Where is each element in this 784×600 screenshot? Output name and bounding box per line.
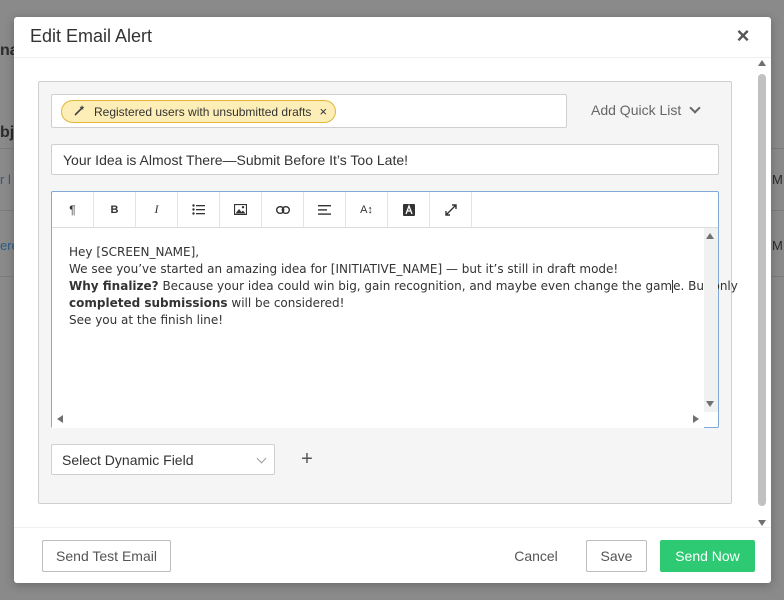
save-button[interactable]: Save [586, 540, 647, 572]
fullscreen-icon[interactable] [430, 192, 472, 227]
send-now-button[interactable]: Send Now [660, 540, 755, 572]
bold-icon[interactable]: B [94, 192, 136, 227]
scroll-left-icon[interactable] [57, 415, 63, 423]
tag-remove-icon[interactable]: × [319, 104, 327, 119]
paragraph-icon[interactable]: ¶ [52, 192, 94, 227]
editor-toolbar: ¶ B I A↕ [52, 192, 718, 228]
background-page-text: M [772, 172, 783, 187]
add-quick-list-label: Add Quick List [591, 102, 682, 118]
cancel-button[interactable]: Cancel [506, 540, 566, 572]
editor-vertical-scrollbar[interactable] [704, 228, 718, 412]
modal-header: Edit Email Alert × [14, 17, 771, 57]
align-icon[interactable] [304, 192, 346, 227]
body-bold-text: Why finalize? [69, 279, 159, 293]
italic-icon[interactable]: I [136, 192, 178, 227]
magic-wand-icon [74, 104, 86, 119]
body-line: Why finalize? Because your idea could wi… [69, 278, 738, 295]
edit-email-alert-modal: Edit Email Alert × Registered users with… [14, 17, 771, 583]
modal-body: Registered users with unsubmitted drafts… [14, 57, 771, 527]
dynamic-field-select[interactable]: Select Dynamic Field [51, 444, 275, 475]
background-page-text: M [772, 238, 783, 253]
body-line: completed submissions will be considered… [69, 295, 699, 312]
bullet-list-icon[interactable] [178, 192, 220, 227]
modal-scrollbar[interactable] [756, 58, 768, 528]
email-form-panel: Registered users with unsubmitted drafts… [38, 81, 738, 504]
recipient-field[interactable]: Registered users with unsubmitted drafts… [51, 94, 567, 128]
body-bold-text: completed submissions [69, 296, 228, 310]
modal-footer: Send Test Email Cancel Save Send Now [14, 527, 771, 583]
chevron-down-icon [689, 102, 701, 114]
scroll-up-icon[interactable] [706, 233, 714, 239]
recipient-tag-label: Registered users with unsubmitted drafts [94, 104, 312, 119]
scroll-down-icon[interactable] [758, 520, 766, 526]
link-icon[interactable] [262, 192, 304, 227]
background-page-text: bj [0, 124, 15, 141]
body-line: See you at the finish line! [69, 313, 224, 327]
dynamic-field-placeholder: Select Dynamic Field [62, 451, 194, 468]
rich-text-editor: ¶ B I A↕ Hey [SCREEN_NAME], We see you’v… [51, 191, 738, 428]
plus-icon[interactable]: + [297, 449, 317, 469]
background-link-text: r l [0, 172, 11, 187]
body-line: Hey [SCREEN_NAME], [69, 245, 200, 259]
email-body-content[interactable]: Hey [SCREEN_NAME], We see you’ve started… [69, 244, 738, 329]
scroll-down-icon[interactable] [706, 401, 714, 407]
font-size-icon[interactable]: A↕ [346, 192, 388, 227]
image-icon[interactable] [220, 192, 262, 227]
font-color-icon[interactable] [388, 192, 430, 227]
body-line: We see you’ve started an amazing idea fo… [69, 262, 619, 276]
chevron-down-icon [256, 453, 267, 464]
scroll-up-icon[interactable] [758, 60, 766, 66]
recipient-tag: Registered users with unsubmitted drafts… [61, 100, 337, 123]
send-test-email-button[interactable]: Send Test Email [42, 540, 171, 572]
scroll-right-icon[interactable] [693, 415, 699, 423]
body-text: will be considered! [227, 296, 345, 310]
subject-input[interactable] [51, 144, 719, 175]
close-icon[interactable]: × [733, 25, 753, 47]
add-quick-list-dropdown[interactable]: Add Quick List [591, 96, 701, 124]
scrollbar-thumb[interactable] [758, 74, 766, 506]
modal-title: Edit Email Alert [30, 26, 153, 46]
body-text: Because your idea could win big, gain re… [158, 279, 673, 293]
editor-horizontal-scrollbar[interactable] [52, 412, 704, 428]
